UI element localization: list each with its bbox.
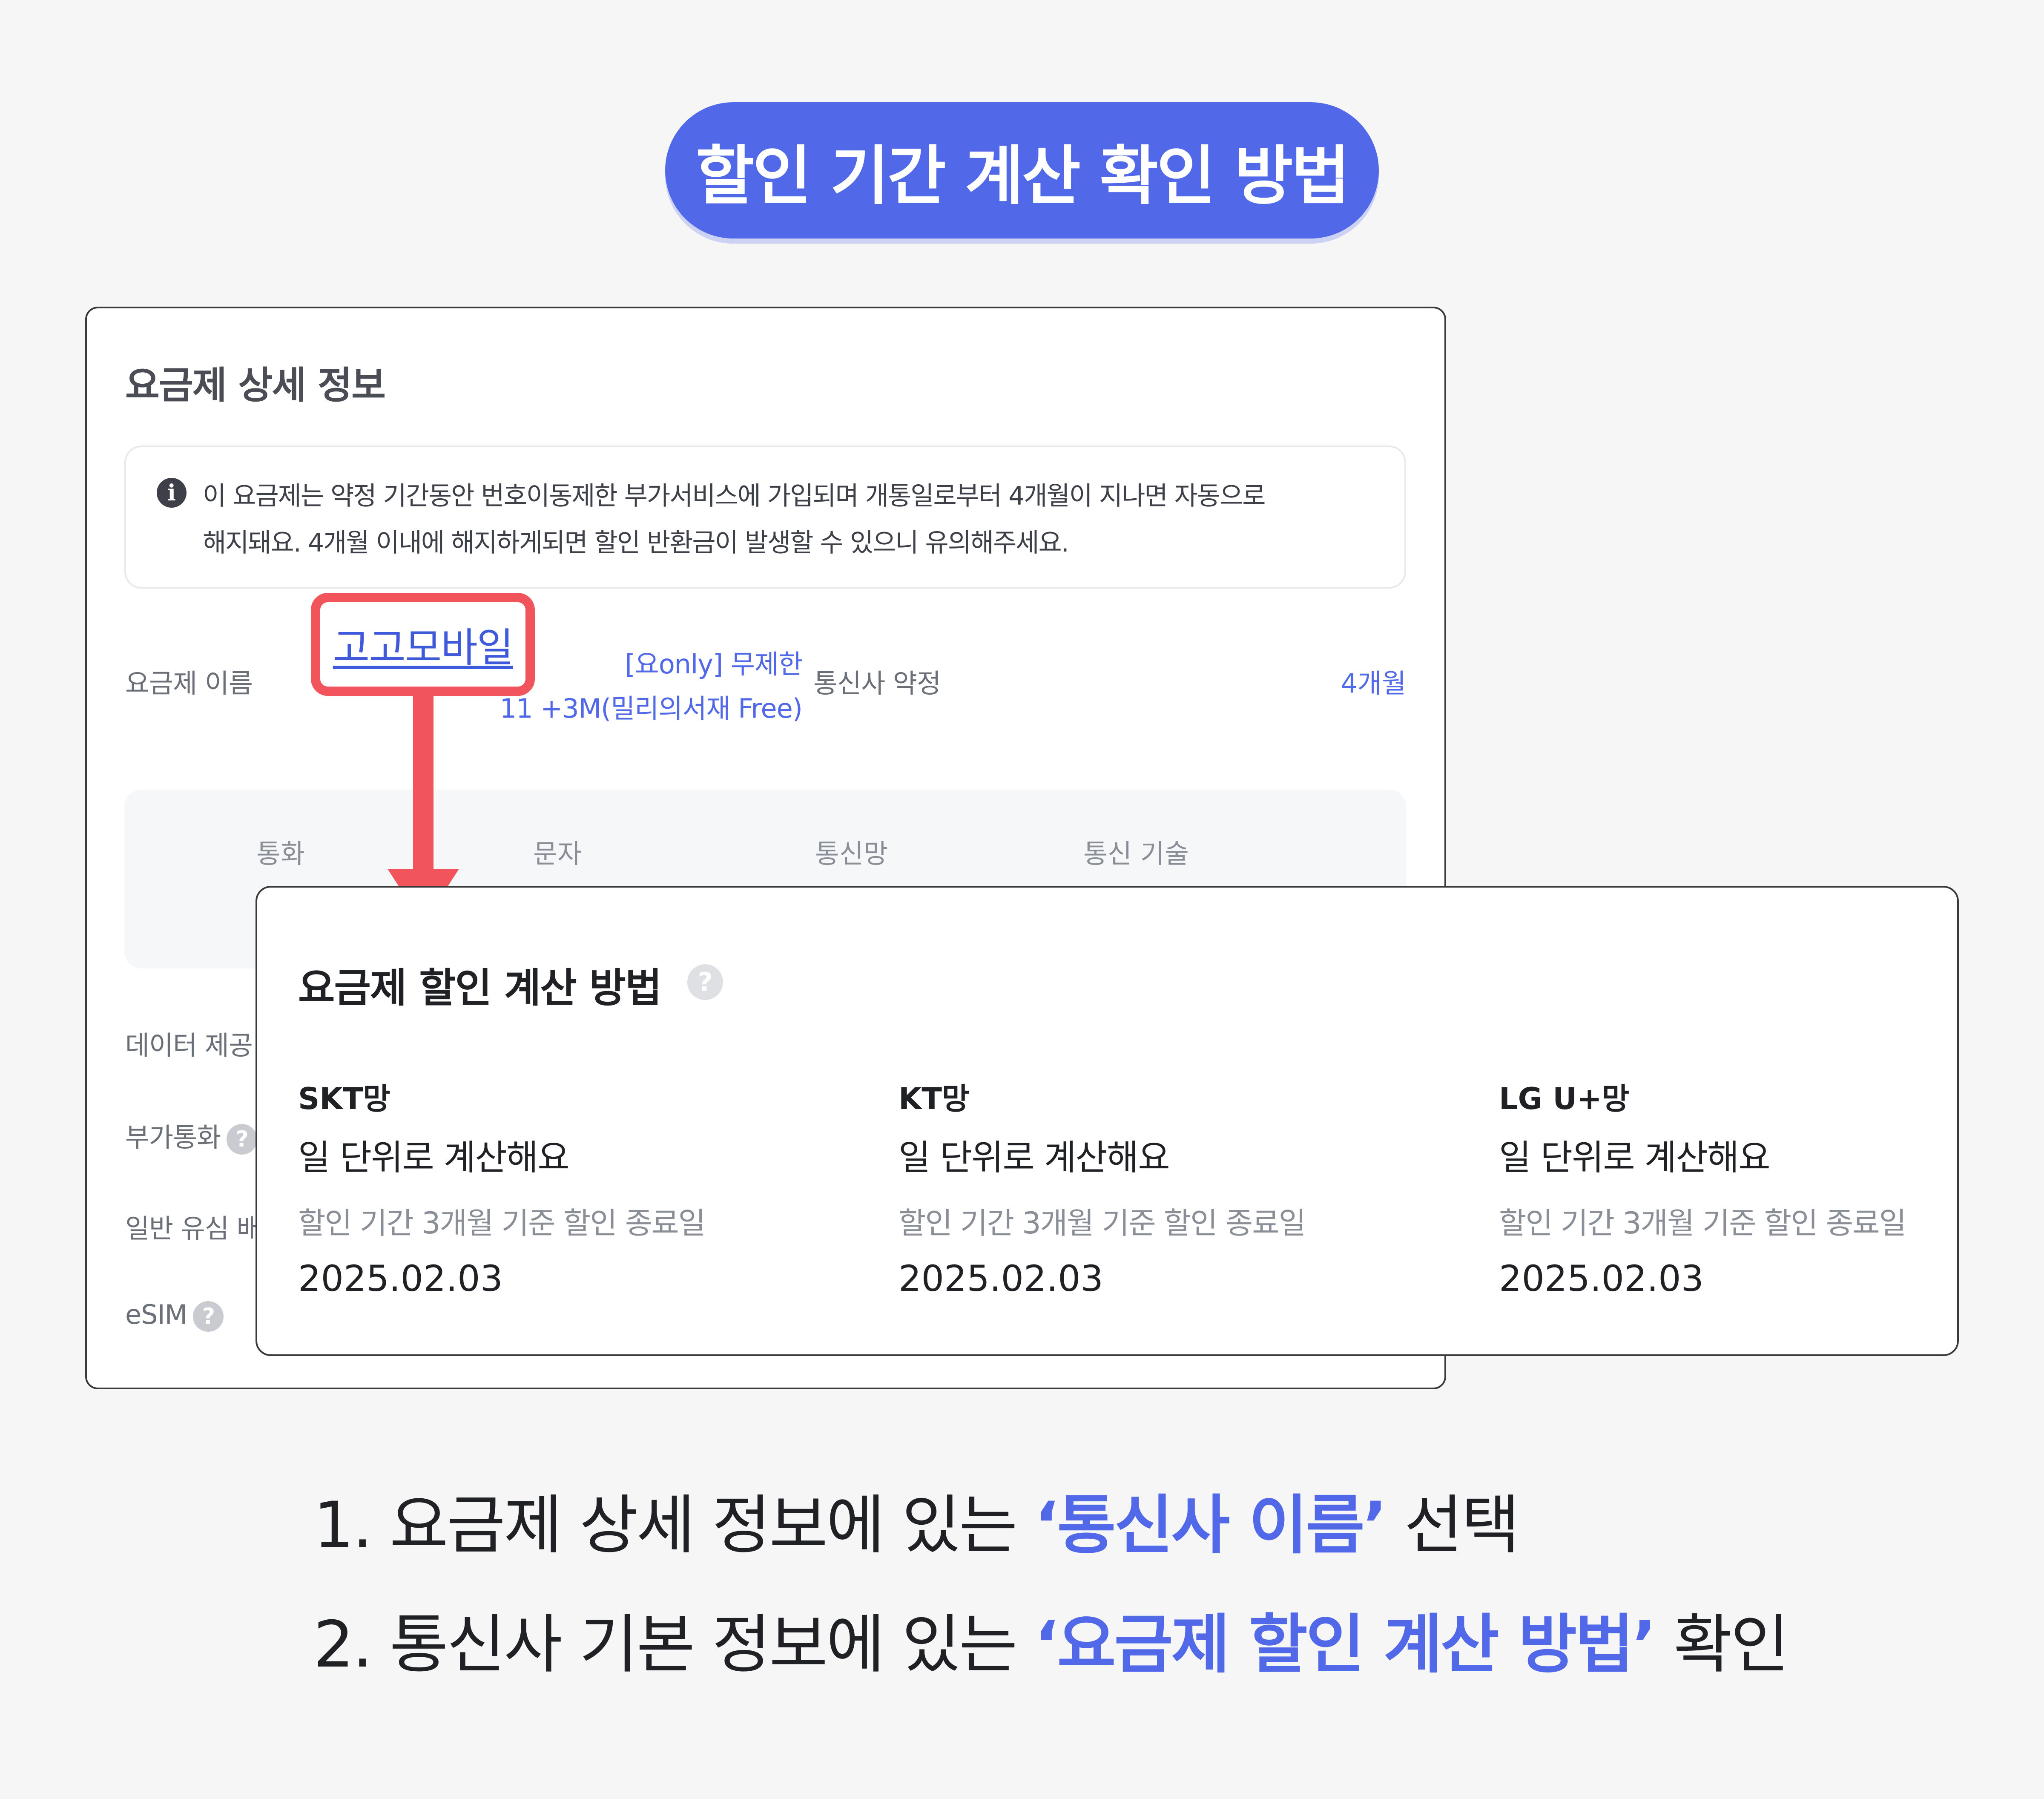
esim-label: eSIM? — [125, 1299, 224, 1332]
esim-text: eSIM — [125, 1299, 187, 1330]
contract-value: 4개월 — [1341, 668, 1406, 699]
network-name: LG U+망 — [1499, 1081, 1630, 1116]
end-date: 2025.02.03 — [298, 1258, 503, 1299]
calc-column-kt: KT망 일 단위로 계산해요 할인 기간 3개월 기준 할인 종료일 2025.… — [899, 1075, 1410, 1299]
network-name: KT망 — [899, 1081, 970, 1116]
step-text: 1. 요금제 상세 정보에 있는 — [313, 1489, 1035, 1563]
info-notice: i 이 요금제는 약정 기간동안 번호이동제한 부가서비스에 가입되며 개통일로… — [124, 445, 1406, 589]
calc-note: 할인 기간 3개월 기준 할인 종료일 — [298, 1206, 706, 1241]
help-icon[interactable]: ? — [227, 1124, 258, 1155]
step-suffix: 확인 — [1655, 1608, 1789, 1682]
end-date: 2025.02.03 — [899, 1258, 1103, 1299]
calc-note: 할인 기간 3개월 기준 할인 종료일 — [899, 1206, 1306, 1241]
title-pill: 할인 기간 계산 확인 방법 — [665, 102, 1379, 239]
spec-sms: 문자 — [533, 838, 582, 869]
discount-calc-card: 요금제 할인 계산 방법 ? SKT망 일 단위로 계산해요 할인 기간 3개월… — [256, 886, 1959, 1356]
step-highlight: ‘통신사 이름’ — [1034, 1489, 1387, 1563]
help-icon[interactable]: ? — [193, 1301, 224, 1332]
calc-column-lgu: LG U+망 일 단위로 계산해요 할인 기간 3개월 기준 할인 종료일 20… — [1499, 1075, 2010, 1299]
step-suffix: 선택 — [1385, 1489, 1520, 1563]
arrow-down-shaft — [413, 694, 433, 873]
extra-call-label: 부가통화? — [125, 1116, 258, 1155]
info-line-2: 해지돼요. 4개월 이내에 해지하게되면 할인 반환금이 발생할 수 있으니 유… — [203, 528, 1069, 558]
step-highlight: ‘요금제 할인 계산 방법’ — [1034, 1608, 1657, 1682]
info-icon: i — [157, 478, 187, 508]
carrier-name-link[interactable]: 고고모바일 — [333, 615, 514, 673]
usim-label: 일반 유심 배 — [125, 1213, 261, 1244]
help-icon[interactable]: ? — [687, 964, 723, 1000]
plan-detail-heading: 요금제 상세 정보 — [125, 363, 386, 407]
extra-call-text: 부가통화 — [125, 1122, 221, 1153]
spec-call: 통화 — [256, 838, 305, 869]
info-notice-text: 이 요금제는 약정 기간동안 번호이동제한 부가서비스에 가입되며 개통일로부터… — [203, 473, 1387, 566]
carrier-name-highlight[interactable]: 고고모바일 — [311, 593, 535, 696]
network-name: SKT망 — [298, 1081, 390, 1116]
info-line-1: 이 요금제는 약정 기간동안 번호이동제한 부가서비스에 가입되며 개통일로부터… — [203, 481, 1266, 511]
calc-method: 일 단위로 계산해요 — [298, 1138, 570, 1178]
spec-network: 통신망 — [815, 838, 888, 869]
step-text: 2. 통신사 기본 정보에 있는 — [313, 1608, 1035, 1682]
discount-calc-title: 요금제 할인 계산 방법 — [298, 965, 662, 1012]
calc-method: 일 단위로 계산해요 — [899, 1138, 1170, 1178]
spec-technology: 통신 기술 — [1083, 838, 1189, 869]
instruction-step-1: 1. 요금제 상세 정보에 있는 ‘통신사 이름’ 선택 — [313, 1474, 1520, 1566]
data-label: 데이터 제공 — [125, 1030, 253, 1061]
calc-method: 일 단위로 계산해요 — [1499, 1138, 1771, 1178]
end-date: 2025.02.03 — [1499, 1258, 1704, 1299]
calc-note: 할인 기간 3개월 기준 할인 종료일 — [1499, 1206, 1906, 1241]
calc-column-skt: SKT망 일 단위로 계산해요 할인 기간 3개월 기준 할인 종료일 2025… — [298, 1075, 809, 1299]
instruction-step-2: 2. 통신사 기본 정보에 있는 ‘요금제 할인 계산 방법’ 확인 — [313, 1593, 1789, 1685]
page-title: 할인 기간 계산 확인 방법 — [695, 139, 1350, 213]
plan-name-label: 요금제 이름 — [125, 668, 253, 699]
contract-label: 통신사 약정 — [813, 668, 941, 699]
